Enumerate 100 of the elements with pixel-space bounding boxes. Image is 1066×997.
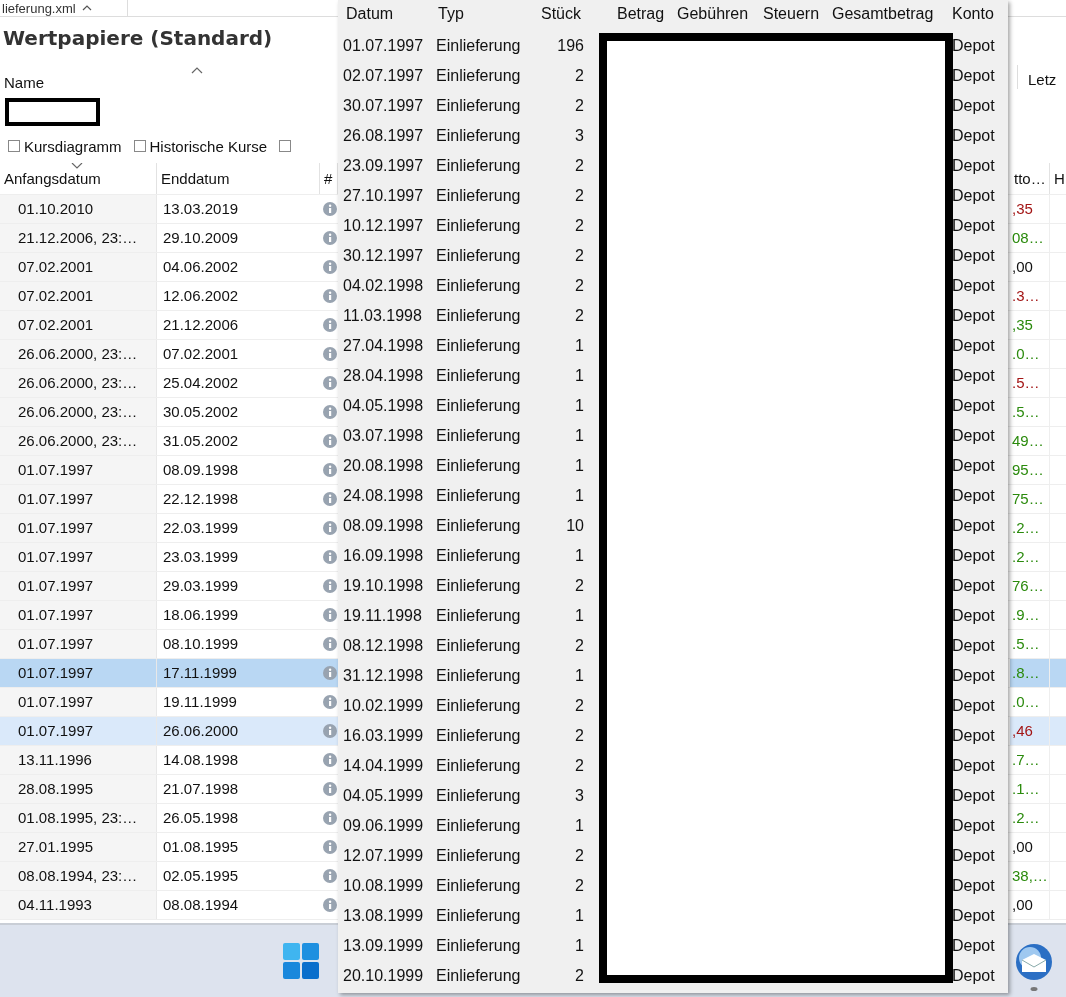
- column-header[interactable]: Konto: [952, 5, 994, 23]
- table-cell: 27.01.1995: [0, 833, 157, 861]
- info-icon[interactable]: [323, 724, 337, 738]
- table-cell-text: 13.09.1999: [342, 937, 425, 955]
- table-cell: 2: [575, 877, 584, 895]
- info-icon[interactable]: [323, 521, 337, 535]
- info-icon[interactable]: [323, 579, 337, 593]
- column-header[interactable]: H: [1050, 163, 1066, 194]
- sort-up-icon[interactable]: [191, 67, 203, 74]
- info-icon[interactable]: [323, 347, 337, 361]
- info-icon[interactable]: [323, 695, 337, 709]
- column-header[interactable]: Enddatum: [157, 163, 320, 194]
- table-cell-text: Depot: [952, 127, 996, 145]
- info-icon[interactable]: [323, 434, 337, 448]
- table-cell: 2: [575, 277, 584, 295]
- table-cell-text: Einlieferung: [435, 607, 522, 625]
- info-icon[interactable]: [323, 492, 337, 506]
- column-header[interactable]: Datum: [346, 5, 394, 23]
- info-icon[interactable]: [323, 869, 337, 883]
- table-cell-text: 16.03.1999: [342, 727, 425, 745]
- table-cell: 1: [575, 457, 584, 475]
- table-cell: 01.10.2010: [0, 195, 157, 223]
- table-cell-text: Einlieferung: [435, 727, 522, 745]
- table-cell-text: 31.12.1998: [342, 667, 425, 685]
- file-tab[interactable]: lieferung.xml: [0, 0, 128, 16]
- info-icon[interactable]: [323, 666, 337, 680]
- table-cell-text: 10.08.1999: [342, 877, 425, 895]
- table-cell-text: Depot: [952, 217, 996, 235]
- mail-app-icon[interactable]: [1015, 943, 1053, 993]
- column-header[interactable]: tto…: [1010, 163, 1050, 194]
- info-icon[interactable]: [323, 289, 337, 303]
- info-icon[interactable]: [323, 608, 337, 622]
- table-cell-text: Einlieferung: [435, 67, 522, 85]
- info-icon[interactable]: [323, 260, 337, 274]
- view-title: Wertpapiere (Standard): [2, 25, 273, 52]
- info-icon[interactable]: [323, 840, 337, 854]
- table-cell-text: 12.06.2002: [162, 286, 240, 306]
- table-cell-text: 14.04.1999: [342, 757, 425, 775]
- info-icon[interactable]: [323, 318, 337, 332]
- chevron-up-icon[interactable]: [81, 5, 92, 11]
- table-cell-text: Depot: [952, 367, 996, 385]
- table-cell-text: 20.10.1999: [342, 967, 425, 985]
- table-cell-text: 02.07.1997: [342, 67, 425, 85]
- info-icon[interactable]: [323, 811, 337, 825]
- table-cell-text: Einlieferung: [435, 877, 522, 895]
- table-cell: 1: [575, 937, 584, 955]
- checkbox[interactable]: [8, 140, 20, 152]
- view-option-label: Kursdiagramm: [24, 137, 122, 155]
- table-cell-text: Depot: [952, 487, 996, 505]
- table-cell-text: 26.08.1997: [342, 127, 425, 145]
- table-cell: 26.06.2000, 23:…: [0, 340, 157, 368]
- table-cell: 75…: [1010, 485, 1050, 513]
- table-cell-text: 01.07.1997: [342, 37, 425, 55]
- row-highlight: [1050, 717, 1066, 745]
- column-label: Letz: [1017, 65, 1066, 89]
- column-header[interactable]: Gebühren: [677, 5, 749, 23]
- info-icon[interactable]: [323, 753, 337, 767]
- column-header[interactable]: Typ: [438, 5, 464, 23]
- checkbox[interactable]: [279, 140, 292, 152]
- info-icon[interactable]: [323, 376, 337, 390]
- windows-start-icon[interactable]: [283, 943, 319, 979]
- table-cell-text: Depot: [952, 787, 996, 805]
- column-header[interactable]: Anfangsdatum: [0, 163, 157, 194]
- table-cell-text: 26.05.1998: [162, 808, 240, 828]
- table-cell: 07.02.2001: [0, 311, 157, 339]
- column-header[interactable]: Betrag: [617, 5, 665, 23]
- table-cell: 196: [557, 37, 584, 55]
- table-cell: 1: [575, 607, 584, 625]
- table-cell-text: Depot: [952, 97, 996, 115]
- table-cell-text: Einlieferung: [435, 217, 522, 235]
- table-cell: ,00: [1010, 891, 1050, 919]
- table-cell-text: 10.02.1999: [342, 697, 425, 715]
- column-header[interactable]: Steuern: [763, 5, 820, 23]
- table-cell-text: 22.03.1999: [162, 518, 240, 538]
- info-icon[interactable]: [323, 550, 337, 564]
- table-cell-text: 21.12.2006: [162, 315, 240, 335]
- table-cell: 1: [575, 367, 584, 385]
- table-cell-text: 04.05.1998: [342, 397, 425, 415]
- table-cell-text: Einlieferung: [435, 907, 522, 925]
- table-cell-text: 25.04.2002: [162, 373, 240, 393]
- table-cell: ,46: [1010, 717, 1050, 745]
- info-icon[interactable]: [323, 202, 337, 216]
- info-icon[interactable]: [323, 405, 337, 419]
- table-cell: .7…: [1010, 746, 1050, 774]
- info-icon[interactable]: [323, 231, 337, 245]
- info-icon[interactable]: [323, 463, 337, 477]
- table-cell-text: Einlieferung: [435, 187, 522, 205]
- table-cell: 01.07.1997: [0, 456, 157, 484]
- table-cell-text: 19.10.1998: [342, 577, 425, 595]
- table-cell: 08.08.1994, 23:…: [0, 862, 157, 890]
- column-header[interactable]: Stück: [541, 5, 581, 23]
- checkbox[interactable]: [133, 140, 146, 152]
- info-icon[interactable]: [323, 782, 337, 796]
- table-cell: 1: [575, 907, 584, 925]
- info-icon[interactable]: [323, 898, 337, 912]
- table-cell-text: 02.05.1995: [162, 866, 240, 886]
- table-cell: 2: [575, 637, 584, 655]
- table-cell-text: Depot: [952, 307, 996, 325]
- column-header[interactable]: Gesamtbetrag: [832, 5, 934, 23]
- info-icon[interactable]: [323, 637, 337, 651]
